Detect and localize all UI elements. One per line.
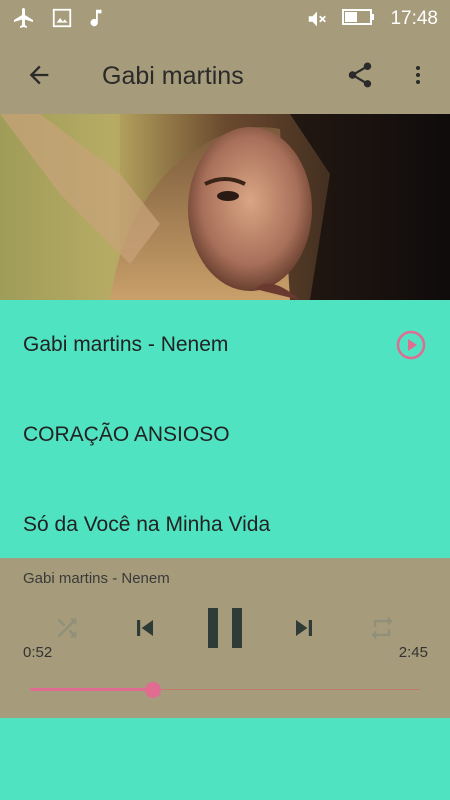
previous-icon[interactable]	[129, 612, 161, 644]
back-arrow-icon[interactable]	[25, 61, 53, 89]
app-bar: Gabi martins	[0, 37, 450, 114]
next-icon[interactable]	[288, 612, 320, 644]
pause-icon[interactable]	[204, 605, 246, 651]
list-item[interactable]: CORAÇÃO ANSIOSO	[0, 390, 450, 480]
airplane-icon	[14, 8, 33, 28]
share-icon[interactable]	[345, 60, 375, 90]
repeat-icon[interactable]	[368, 614, 396, 642]
elapsed-time: 0:52	[23, 644, 53, 661]
battery-icon	[342, 9, 374, 25]
status-time: 17:48	[390, 8, 438, 29]
track-title: Só da Você na Minha Vida	[23, 513, 271, 536]
bottom-area	[0, 718, 450, 800]
list-item[interactable]: Gabi martins - Nenem	[0, 300, 450, 390]
track-title: CORAÇÃO ANSIOSO	[23, 423, 230, 446]
seek-bar-progress	[30, 688, 153, 691]
artist-photo	[0, 114, 450, 300]
music-note-icon	[90, 9, 102, 27]
page-title: Gabi martins	[102, 62, 244, 90]
shuffle-icon[interactable]	[53, 614, 81, 642]
track-title: Gabi martins - Nenem	[23, 333, 229, 356]
mute-icon	[308, 11, 326, 27]
seek-bar-thumb[interactable]	[145, 682, 161, 698]
list-item[interactable]: Só da Você na Minha Vida	[0, 480, 450, 570]
track-list: Gabi martins - Nenem CORAÇÃO ANSIOSO Só …	[0, 300, 450, 558]
more-vert-icon[interactable]	[406, 60, 430, 90]
play-circle-icon[interactable]	[396, 330, 426, 360]
player-panel: Gabi martins - Nenem 0:52 2:45	[0, 558, 450, 718]
now-playing-title: Gabi martins - Nenem	[23, 570, 170, 587]
total-duration: 2:45	[398, 644, 428, 661]
status-bar: 17:48	[0, 0, 450, 37]
image-icon	[52, 8, 72, 28]
